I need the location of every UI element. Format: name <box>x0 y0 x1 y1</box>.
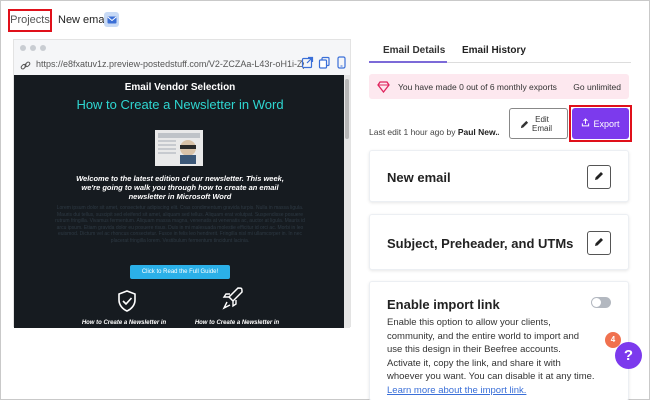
export-button[interactable]: Export <box>572 108 629 139</box>
email-cta-button[interactable]: Click to Read the Full Guide! <box>130 265 230 279</box>
email-body-text: Lorem ipsum dolor sit amet, consectetur … <box>55 205 305 244</box>
top-bar: Projects New email <box>1 1 650 37</box>
notification-badge: 4 <box>605 332 621 348</box>
edit-subject-button[interactable] <box>587 231 611 255</box>
import-link-card: Enable import link Enable this option to… <box>369 281 629 400</box>
last-edit-author: Paul New... <box>457 127 499 137</box>
last-edit-prefix: Last edit 1 hour ago by <box>369 127 458 137</box>
tab-email-details[interactable]: Email Details <box>383 45 445 56</box>
email-article-caption: How to Create a Newsletter in <box>194 320 280 326</box>
learn-more-import-link[interactable]: Learn more about the import link. <box>387 385 526 396</box>
envelope-icon <box>104 12 119 27</box>
rocket-icon <box>221 285 245 316</box>
edit-name-button[interactable] <box>587 165 611 189</box>
help-button[interactable]: ? <box>615 342 642 369</box>
last-edit-info: Last edit 1 hour ago by Paul New... <box>369 127 499 137</box>
link-icon <box>20 58 31 76</box>
breadcrumb-email-title: New email <box>58 14 110 26</box>
active-tab-indicator <box>369 61 447 63</box>
diamond-icon <box>377 80 390 98</box>
pencil-icon <box>594 168 604 186</box>
url-actions <box>301 56 348 69</box>
pencil-icon <box>520 120 529 131</box>
copy-icon[interactable] <box>318 56 331 69</box>
app-window: Projects New email https://e8fxatuv1z.pr… <box>0 0 650 400</box>
pencil-icon <box>594 234 604 252</box>
scrollbar-thumb[interactable] <box>345 79 349 139</box>
import-link-title: Enable import link <box>387 297 500 312</box>
import-description-text: Enable this option to allow your clients… <box>387 317 595 382</box>
edit-email-label: Edit Email <box>532 115 552 133</box>
open-external-icon[interactable] <box>301 56 314 69</box>
window-dot <box>30 45 36 51</box>
mobile-icon[interactable] <box>335 56 348 69</box>
email-hero-image <box>155 130 203 166</box>
window-dots <box>20 45 46 51</box>
breadcrumb-projects-link[interactable]: Projects <box>8 9 52 32</box>
window-dot <box>40 45 46 51</box>
edit-label-line2: Email <box>532 124 553 133</box>
shield-check-icon <box>116 289 138 318</box>
import-link-toggle[interactable] <box>591 297 611 308</box>
export-label: Export <box>593 118 620 129</box>
export-icon <box>581 118 590 129</box>
email-article-caption: How to Create a Newsletter in <box>81 320 167 326</box>
subject-title: Subject, Preheader, and UTMs <box>387 236 574 251</box>
edit-email-button[interactable]: Edit Email <box>509 108 568 139</box>
details-tabs: Email Details Email History <box>369 41 631 63</box>
email-name-title: New email <box>387 170 451 185</box>
email-name-card: New email <box>369 150 629 202</box>
preview-url-bar: https://e8fxatuv1z.preview-postedstuff.c… <box>14 55 352 73</box>
preview-url[interactable]: https://e8fxatuv1z.preview-postedstuff.c… <box>36 59 304 69</box>
tab-email-history[interactable]: Email History <box>462 45 526 56</box>
toggle-knob <box>592 298 601 307</box>
go-unlimited-link[interactable]: Go unlimited <box>573 82 621 92</box>
email-render: Email Vendor Selection How to Create a N… <box>14 75 346 328</box>
exports-count-text: You have made 0 out of 6 monthly exports <box>398 82 557 92</box>
edit-label-line1: Edit <box>535 115 549 124</box>
email-welcome-text: Welcome to the latest edition of our new… <box>76 174 284 201</box>
preview-scrollbar[interactable] <box>344 75 350 328</box>
email-preview-pane: https://e8fxatuv1z.preview-postedstuff.c… <box>13 39 352 328</box>
email-brand: Email Vendor Selection <box>124 82 236 93</box>
email-headline: How to Create a Newsletter in Word <box>76 97 284 112</box>
subject-card: Subject, Preheader, and UTMs <box>369 214 629 270</box>
exports-limit-banner: You have made 0 out of 6 monthly exports… <box>369 74 629 99</box>
window-dot <box>20 45 26 51</box>
import-link-description: Enable this option to allow your clients… <box>387 316 595 397</box>
